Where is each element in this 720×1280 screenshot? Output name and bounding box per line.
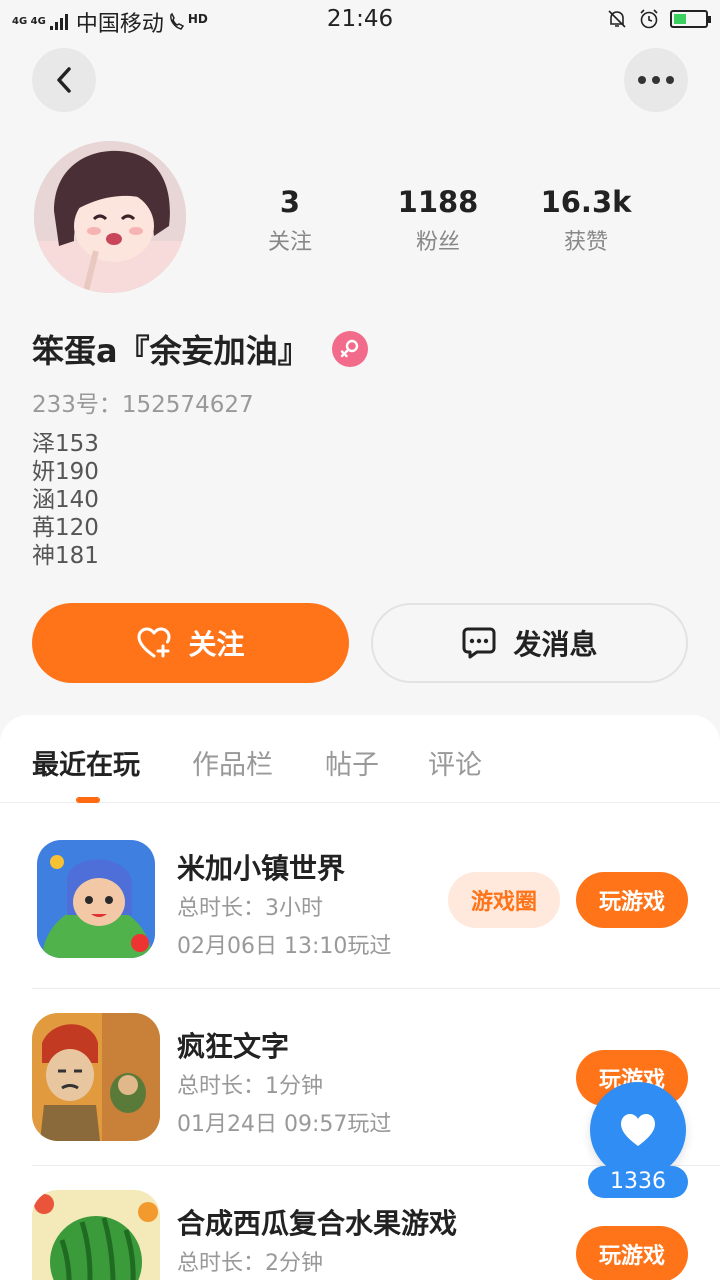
game-last-played: 02月06日 13:10玩过 bbox=[177, 934, 392, 959]
tab-posts[interactable]: 帖子 bbox=[325, 743, 379, 782]
more-button[interactable] bbox=[624, 48, 688, 112]
profile-stats: 3 关注 1188 粉丝 16.3k 获赞 bbox=[216, 182, 662, 256]
tab-comments[interactable]: 评论 bbox=[428, 743, 482, 782]
status-right bbox=[606, 8, 711, 30]
bio-line: 涵140 bbox=[32, 487, 99, 513]
stat-label: 获赞 bbox=[563, 230, 608, 255]
more-dots-icon bbox=[638, 76, 674, 84]
tab-works[interactable]: 作品栏 bbox=[192, 743, 273, 782]
user-id: 233号：152574627 bbox=[32, 392, 254, 418]
follow-label: 关注 bbox=[188, 628, 245, 661]
battery-icon bbox=[670, 10, 711, 28]
message-label: 发消息 bbox=[513, 628, 598, 661]
game-title: 合成西瓜复合水果游戏 bbox=[177, 1207, 458, 1240]
row-divider bbox=[32, 988, 720, 989]
alarm-icon bbox=[640, 9, 658, 29]
game-duration: 总时长：3小时 bbox=[177, 896, 323, 921]
message-button[interactable]: 发消息 bbox=[371, 603, 688, 683]
stat-following[interactable]: 3 关注 bbox=[216, 182, 364, 256]
name-row: 笨蛋a『余妄加油』 bbox=[32, 326, 368, 372]
game-last-played: 01月24日 09:57玩过 bbox=[177, 1112, 392, 1137]
stat-followers[interactable]: 1188 粉丝 bbox=[364, 182, 512, 256]
tab-recently-played[interactable]: 最近在玩 bbox=[32, 743, 140, 782]
game-circle-button[interactable]: 游戏圈 bbox=[448, 872, 560, 928]
play-game-button[interactable]: 玩游戏 bbox=[576, 1226, 688, 1280]
tab-indicator bbox=[76, 797, 100, 803]
bio-line: 泽153 bbox=[32, 431, 99, 457]
tab-bar: 最近在玩 作品栏 帖子 评论 bbox=[0, 715, 720, 803]
mute-bell-icon bbox=[608, 10, 626, 28]
bio-line: 苒120 bbox=[32, 515, 99, 541]
game-icon-miga bbox=[37, 840, 155, 958]
status-bar: 4G 4G 中国移动 HD 21:46 bbox=[0, 0, 720, 40]
game-duration: 总时长：2分钟 bbox=[177, 1251, 323, 1276]
avatar[interactable] bbox=[34, 141, 186, 293]
heart-icon bbox=[621, 1114, 655, 1146]
stat-label: 粉丝 bbox=[415, 230, 460, 255]
game-row[interactable]: 米加小镇世界 总时长：3小时 02月06日 13:10玩过 游戏圈 玩游戏 bbox=[32, 835, 720, 989]
female-gender-icon bbox=[331, 331, 368, 367]
stat-label: 关注 bbox=[267, 230, 312, 255]
follow-button[interactable]: 关注 bbox=[32, 603, 349, 683]
bio-line: 妍190 bbox=[32, 459, 99, 485]
play-game-button[interactable]: 玩游戏 bbox=[576, 872, 688, 928]
game-title: 疯狂文字 bbox=[177, 1030, 290, 1063]
game-row[interactable]: 合成西瓜复合水果游戏 总时长：2分钟 玩游戏 bbox=[32, 1190, 720, 1280]
game-duration: 总时长：1分钟 bbox=[177, 1074, 323, 1099]
bio-line: 神181 bbox=[32, 543, 99, 569]
stat-likes[interactable]: 16.3k 获赞 bbox=[512, 182, 660, 256]
game-title: 米加小镇世界 bbox=[177, 852, 346, 885]
like-count-badge: 1336 bbox=[588, 1166, 688, 1198]
stat-value: 1188 bbox=[397, 185, 479, 219]
back-button[interactable] bbox=[32, 48, 96, 112]
stat-value: 16.3k bbox=[540, 185, 632, 219]
stat-value: 3 bbox=[279, 185, 301, 219]
heart-plus-icon bbox=[137, 627, 171, 658]
floating-like-button[interactable] bbox=[590, 1082, 686, 1178]
profile-bio: 泽153 妍190 涵140 苒120 神181 bbox=[32, 430, 99, 570]
profile-name: 笨蛋a『余妄加油』 bbox=[32, 332, 310, 370]
game-icon-crazy-words bbox=[32, 1013, 160, 1141]
chat-bubble-icon bbox=[462, 627, 496, 659]
game-icon-watermelon bbox=[32, 1190, 160, 1280]
back-arrow-icon bbox=[57, 67, 71, 93]
